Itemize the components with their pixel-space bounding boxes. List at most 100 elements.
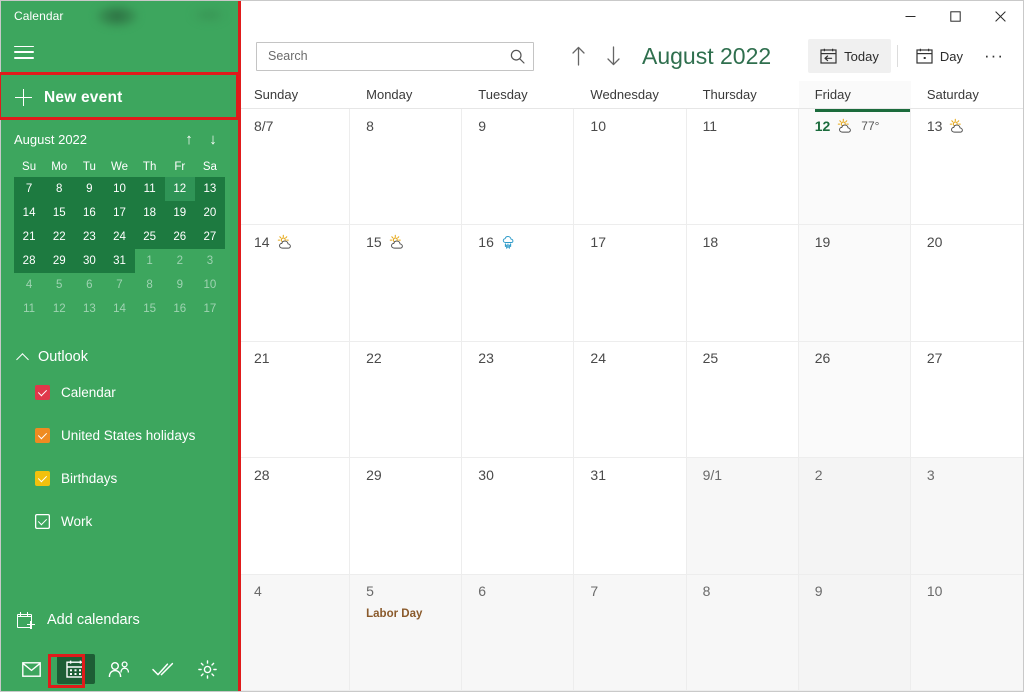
mini-calendar-day[interactable]: 28 xyxy=(14,249,45,273)
calendar-day-cell[interactable]: 21 xyxy=(238,341,351,459)
calendar-day-cell[interactable]: 22 xyxy=(350,341,463,459)
mini-calendar-day[interactable]: 14 xyxy=(14,201,45,225)
calendar-day-cell[interactable]: 12 77° xyxy=(798,109,911,226)
search-input[interactable] xyxy=(268,49,510,63)
calendar-day-cell[interactable]: 27 xyxy=(910,341,1023,459)
mini-calendar-day[interactable]: 10 xyxy=(195,273,225,297)
mini-calendar-day[interactable]: 27 xyxy=(194,225,225,249)
calendar-day-cell[interactable]: 18 xyxy=(686,225,799,342)
mini-calendar-day[interactable]: 5 xyxy=(44,273,74,297)
mini-calendar-day[interactable]: 6 xyxy=(74,273,104,297)
mini-calendar-day[interactable]: 16 xyxy=(74,201,105,225)
mini-calendar-day[interactable]: 11 xyxy=(14,297,44,321)
settings-tab-button[interactable] xyxy=(188,654,226,684)
mini-calendar-day[interactable]: 12 xyxy=(164,177,195,201)
mini-calendar-day[interactable]: 29 xyxy=(44,249,75,273)
mini-calendar-prev-button[interactable]: ↑ xyxy=(177,132,201,147)
checkbox-icon[interactable] xyxy=(35,514,50,529)
calendar-day-cell[interactable]: 19 xyxy=(798,225,911,342)
mini-calendar-day[interactable]: 8 xyxy=(135,273,165,297)
calendar-list-item[interactable]: Birthdays xyxy=(1,457,238,500)
calendar-day-cell[interactable]: 17 xyxy=(574,225,687,342)
calendar-day-cell[interactable]: 20 xyxy=(910,225,1023,342)
calendar-day-cell[interactable]: 29 xyxy=(350,458,463,575)
calendar-day-cell[interactable]: 5 Labor Day xyxy=(350,574,463,691)
mini-calendar-day[interactable]: 26 xyxy=(164,225,195,249)
mini-calendar-day[interactable]: 16 xyxy=(165,297,195,321)
previous-month-button[interactable] xyxy=(564,40,593,72)
mail-tab-button[interactable] xyxy=(13,654,51,684)
mini-calendar-day[interactable]: 22 xyxy=(44,225,75,249)
mini-calendar-day[interactable]: 25 xyxy=(134,225,165,249)
people-tab-button[interactable] xyxy=(101,654,139,684)
add-calendars-button[interactable]: Add calendars xyxy=(1,601,238,639)
checkbox-icon[interactable] xyxy=(35,471,50,486)
hamburger-menu-button[interactable] xyxy=(1,31,238,73)
calendar-day-cell[interactable]: 10 xyxy=(910,574,1023,691)
mini-calendar-day[interactable]: 15 xyxy=(135,297,165,321)
mini-calendar-day[interactable]: 31 xyxy=(104,249,135,273)
calendar-day-cell[interactable]: 26 xyxy=(798,341,911,459)
next-month-button[interactable] xyxy=(599,40,628,72)
calendar-day-cell[interactable]: 9/1 xyxy=(686,458,799,575)
calendar-day-cell[interactable]: 8/7 xyxy=(238,109,351,226)
calendar-day-cell[interactable]: 14 xyxy=(238,225,351,342)
calendar-event-item[interactable]: Labor Day xyxy=(366,608,453,620)
todo-tab-button[interactable] xyxy=(144,654,182,684)
mini-calendar-day[interactable]: 24 xyxy=(104,225,135,249)
mini-calendar-day[interactable]: 2 xyxy=(165,249,195,273)
mini-calendar-day[interactable]: 21 xyxy=(14,225,45,249)
calendar-list-item[interactable]: United States holidays xyxy=(1,414,238,457)
calendar-day-cell[interactable]: 24 xyxy=(574,341,687,459)
minimize-button[interactable] xyxy=(888,1,933,31)
calendar-day-cell[interactable]: 9 xyxy=(798,574,911,691)
calendar-day-cell[interactable]: 16 xyxy=(462,225,575,342)
calendar-day-cell[interactable]: 28 xyxy=(238,458,351,575)
mini-calendar-day[interactable]: 14 xyxy=(104,297,134,321)
mini-calendar-day[interactable]: 30 xyxy=(74,249,105,273)
checkbox-icon[interactable] xyxy=(35,428,50,443)
account-outlook-header[interactable]: Outlook xyxy=(1,343,238,371)
mini-calendar-day[interactable]: 11 xyxy=(134,177,165,201)
calendar-day-cell[interactable]: 3 xyxy=(910,458,1023,575)
calendar-day-cell[interactable]: 2 xyxy=(798,458,911,575)
calendar-day-cell[interactable]: 11 xyxy=(686,109,799,226)
mini-calendar-day[interactable]: 23 xyxy=(74,225,105,249)
calendar-day-cell[interactable]: 10 xyxy=(574,109,687,226)
calendar-tab-button[interactable] xyxy=(56,654,95,684)
mini-calendar-day[interactable]: 12 xyxy=(44,297,74,321)
calendar-day-cell[interactable]: 7 xyxy=(574,574,687,691)
calendar-day-cell[interactable]: 25 xyxy=(686,341,799,459)
mini-calendar-day[interactable]: 9 xyxy=(74,177,105,201)
calendar-day-cell[interactable]: 9 xyxy=(462,109,575,226)
calendar-list-item[interactable]: Calendar xyxy=(1,371,238,414)
mini-calendar-day[interactable]: 13 xyxy=(194,177,225,201)
search-icon[interactable] xyxy=(510,49,525,64)
calendar-day-cell[interactable]: 8 xyxy=(350,109,463,226)
mini-calendar-day[interactable]: 7 xyxy=(104,273,134,297)
mini-calendar-day[interactable]: 7 xyxy=(14,177,45,201)
mini-calendar-day[interactable]: 10 xyxy=(104,177,135,201)
mini-calendar-day[interactable]: 1 xyxy=(135,249,165,273)
view-day-button[interactable]: Day xyxy=(904,39,975,73)
mini-calendar-next-button[interactable]: ↓ xyxy=(201,132,225,147)
calendar-day-cell[interactable]: 13 xyxy=(910,109,1023,226)
calendar-day-cell[interactable]: 4 xyxy=(238,574,351,691)
new-event-button[interactable]: New event xyxy=(1,75,238,120)
mini-calendar-day[interactable]: 9 xyxy=(165,273,195,297)
calendar-day-cell[interactable]: 31 xyxy=(574,458,687,575)
mini-calendar-day[interactable]: 18 xyxy=(134,201,165,225)
calendar-day-cell[interactable]: 30 xyxy=(462,458,575,575)
mini-calendar-day[interactable]: 8 xyxy=(44,177,75,201)
calendar-day-cell[interactable]: 6 xyxy=(462,574,575,691)
mini-calendar-day[interactable]: 3 xyxy=(195,249,225,273)
mini-calendar-day[interactable]: 19 xyxy=(164,201,195,225)
calendar-day-cell[interactable]: 8 xyxy=(686,574,799,691)
mini-calendar-day[interactable]: 15 xyxy=(44,201,75,225)
calendar-day-cell[interactable]: 15 xyxy=(350,225,463,342)
today-button[interactable]: Today xyxy=(808,39,891,73)
more-options-button[interactable]: ··· xyxy=(977,39,1011,73)
mini-calendar-day[interactable]: 13 xyxy=(74,297,104,321)
mini-calendar-day[interactable]: 4 xyxy=(14,273,44,297)
calendar-day-cell[interactable]: 23 xyxy=(462,341,575,459)
